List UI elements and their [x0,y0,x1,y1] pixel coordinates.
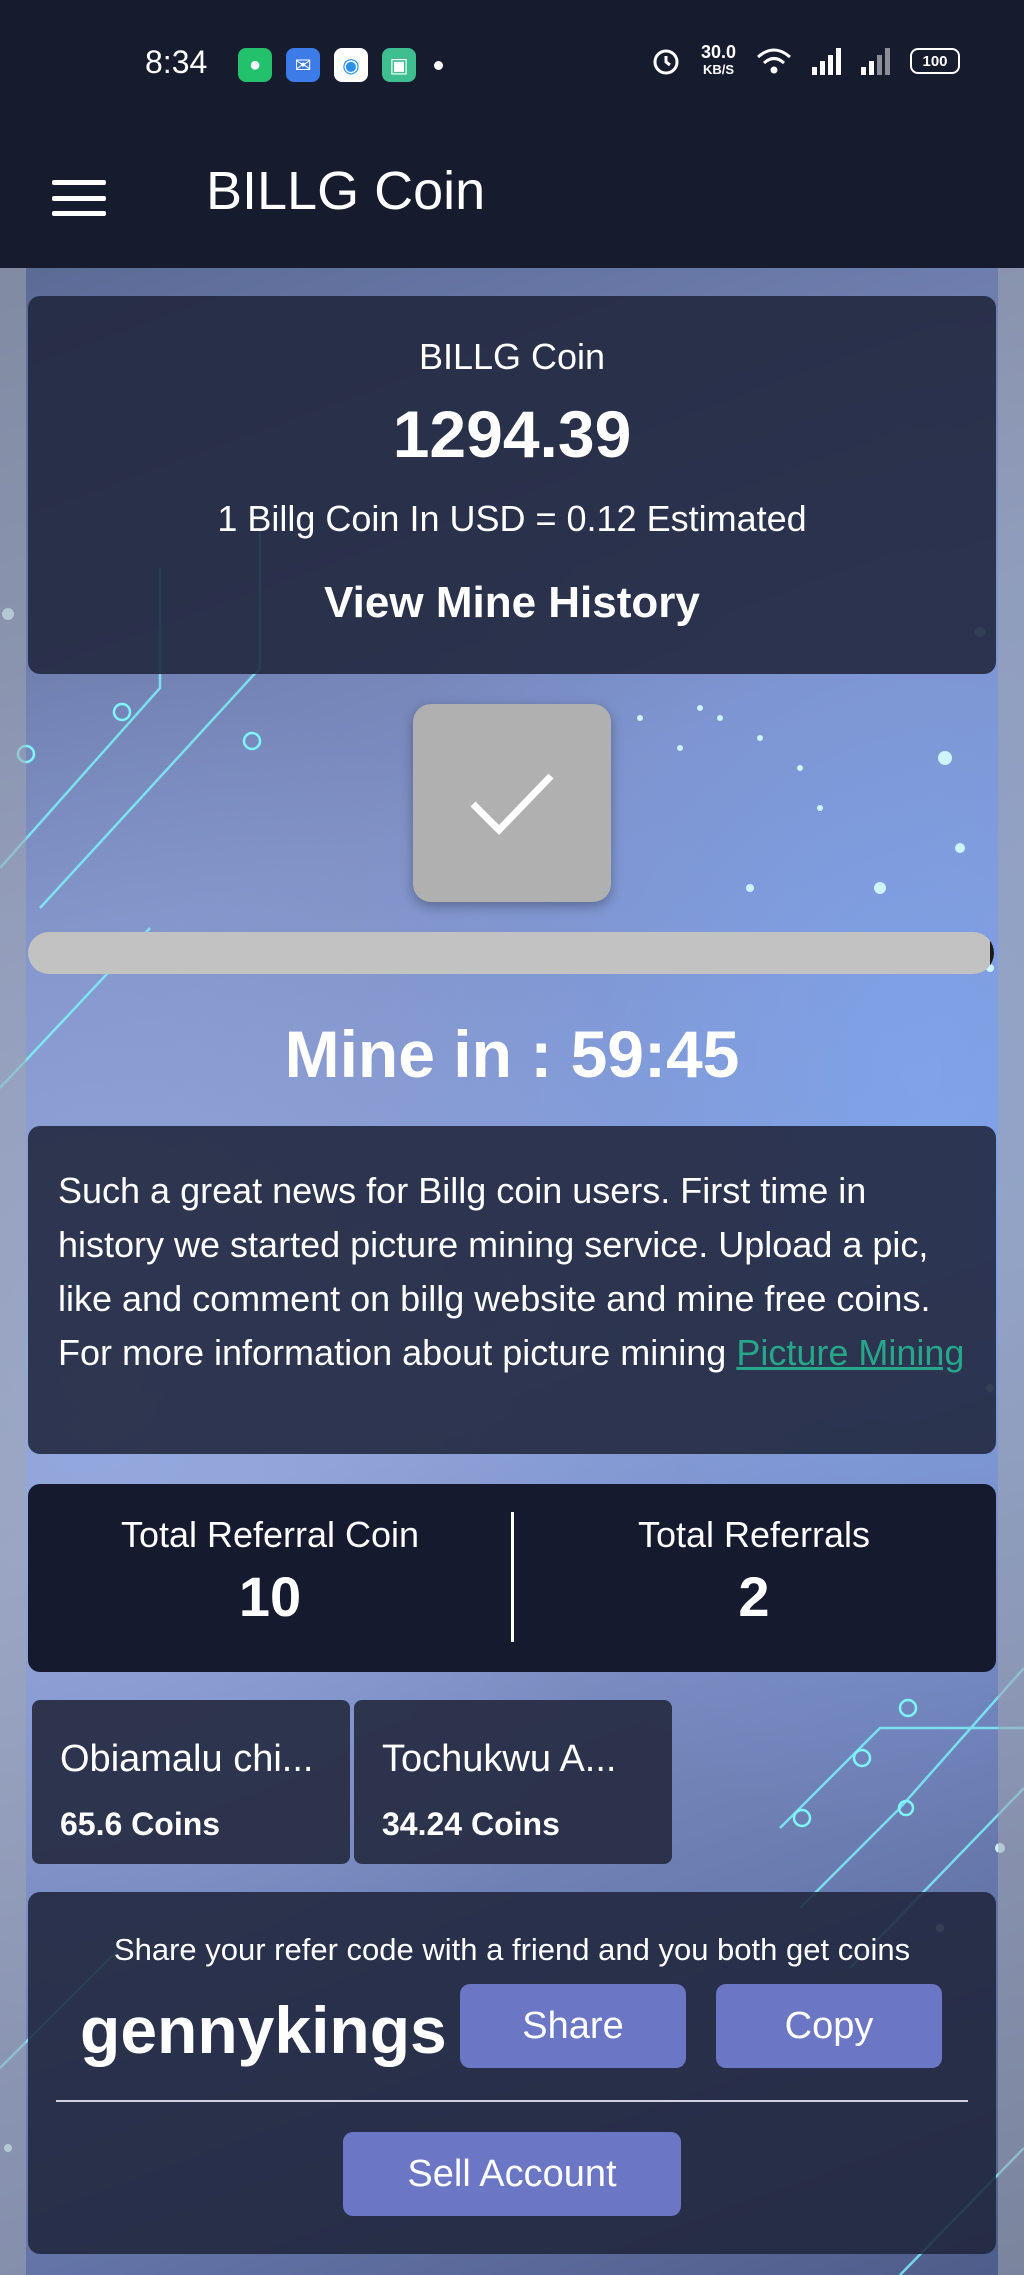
share-card: Share your refer code with a friend and … [28,1892,996,2254]
balance-label: BILLG Coin [418,336,606,377]
hamburger-menu-icon[interactable] [52,170,108,226]
battery-icon: 100 [910,48,960,74]
signal-4g-icon [861,47,890,75]
wifi-icon [757,48,791,74]
refer-code: gennykings [80,1993,447,2067]
shield-icon: ● [238,48,272,82]
mining-progress-bar [28,932,994,974]
referral-name: Tochukwu A... [382,1738,617,1780]
checkmark-icon [470,773,554,835]
news-card: Such a great news for Billg coin users. … [28,1126,996,1454]
referral-item[interactable]: Tochukwu A... 34.24 Coins [354,1700,672,1864]
total-referral-coin-value: 10 [238,1565,302,1628]
main-content[interactable]: BILLG Coin 1294.39 1 Billg Coin In USD =… [0,268,1024,2275]
signal-h-icon [812,47,841,75]
gift-icon: ▣ [382,48,416,82]
mine-timer: Mine in : 59:45 [284,1017,740,1091]
referral-coins: 34.24 Coins [382,1806,560,1842]
referral-item[interactable]: Obiamalu chi... 65.6 Coins [32,1700,350,1864]
net-speed: 30.0 KB/S [700,42,736,78]
mine-button[interactable] [413,704,611,902]
news-text: Such a great news for Billg coin users. … [58,1164,978,1380]
referral-name: Obiamalu chi... [60,1738,314,1780]
usd-rate: 1 Billg Coin In USD = 0.12 Estimated [217,498,807,539]
balance-card: BILLG Coin 1294.39 1 Billg Coin In USD =… [28,296,996,674]
net-speed-unit: KB/S [702,62,734,77]
copy-button[interactable]: Copy [716,1984,942,2068]
total-referrals: Total Referrals 2 [512,1514,996,1629]
total-referral-coin: Total Referral Coin 10 [28,1514,512,1629]
total-referrals-value: 2 [738,1565,770,1628]
alarm-icon [653,49,679,75]
share-text: Share your refer code with a friend and … [113,1932,911,1967]
status-bar: 8:34 ● ✉ ◉ ▣ 30.0 KB/S 100 [0,0,1024,130]
referral-stats: Total Referral Coin 10 Total Referrals 2 [28,1484,996,1672]
total-referral-coin-label: Total Referral Coin [120,1514,420,1555]
net-speed-value: 30.0 [700,42,736,62]
sell-account-button[interactable]: Sell Account [343,2132,681,2216]
balance-value: 1294.39 [392,397,632,471]
status-indicators: 30.0 KB/S 100 [651,42,960,78]
picture-mining-link[interactable]: Picture Mining [736,1332,964,1373]
app-bar: BILLG Coin [0,130,1024,268]
status-app-icons: ● ✉ ◉ ▣ [238,48,443,82]
share-button[interactable]: Share [460,1984,686,2068]
mail-icon: ✉ [286,48,320,82]
view-mine-history-link[interactable]: View Mine History [28,578,996,628]
more-notifications-icon [434,60,443,70]
total-referrals-label: Total Referrals [637,1514,871,1555]
mining-progress-fill [990,932,994,974]
referral-coins: 65.6 Coins [60,1806,221,1842]
status-time: 8:34 [145,44,208,80]
share-divider [56,2100,968,2102]
app-title: BILLG Coin [206,161,486,221]
browser-icon: ◉ [334,48,368,82]
